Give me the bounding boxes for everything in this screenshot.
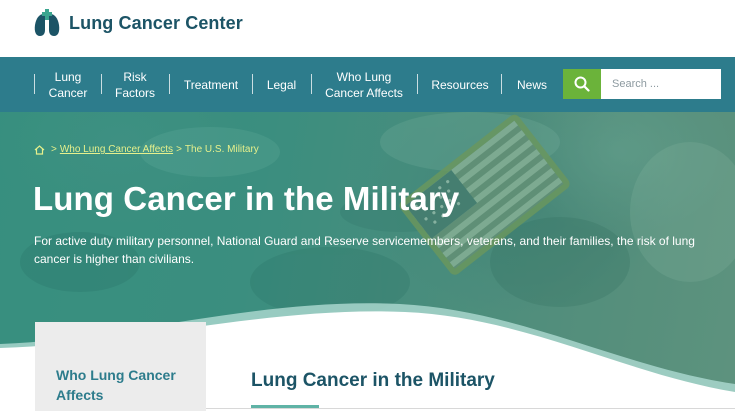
nav-label: News [516, 77, 547, 92]
nav-label-line2: Cancer Affects [325, 85, 403, 100]
nav-item-resources[interactable]: Resources [418, 57, 502, 112]
nav-separator [34, 74, 35, 94]
site-header: Lung Cancer Center [0, 0, 735, 57]
nav-label: Treatment [183, 77, 239, 92]
sidebar-link-who-lung-cancer-affects[interactable]: Who Lung Cancer Affects [56, 365, 206, 405]
nav-item-lung-cancer[interactable]: Lung Cancer [36, 57, 100, 112]
nav-label-line1: Lung [54, 69, 82, 84]
content-divider [206, 408, 735, 409]
nav-label-line1: Risk [123, 69, 147, 84]
nav-item-treatment[interactable]: Treatment [170, 57, 252, 112]
search-input[interactable] [601, 69, 721, 99]
nav-item-legal[interactable]: Legal [253, 57, 310, 112]
search-button[interactable] [563, 69, 601, 99]
nav-label-line2: Factors [114, 85, 155, 100]
nav-label-line1: Who Lung [336, 69, 392, 84]
nav-item-who-lung-cancer-affects[interactable]: Who Lung Cancer Affects [312, 57, 416, 112]
content-heading: Lung Cancer in the Military [251, 370, 495, 391]
search-icon [574, 76, 590, 92]
nav-label: Legal [266, 77, 297, 92]
heading-underline [251, 405, 319, 408]
nav-item-risk-factors[interactable]: Risk Factors [102, 57, 168, 112]
page: Lung Cancer Center Lung Cancer Risk Factor… [0, 0, 735, 411]
lungs-icon [34, 9, 60, 36]
site-name: Lung Cancer Center [69, 12, 243, 33]
nav-label-line2: Cancer [48, 85, 88, 100]
site-logo[interactable]: Lung Cancer Center [33, 8, 243, 38]
nav-item-news[interactable]: News [502, 57, 562, 112]
sidebar-card: Who Lung Cancer Affects [35, 322, 206, 411]
nav-label: Resources [431, 77, 489, 92]
